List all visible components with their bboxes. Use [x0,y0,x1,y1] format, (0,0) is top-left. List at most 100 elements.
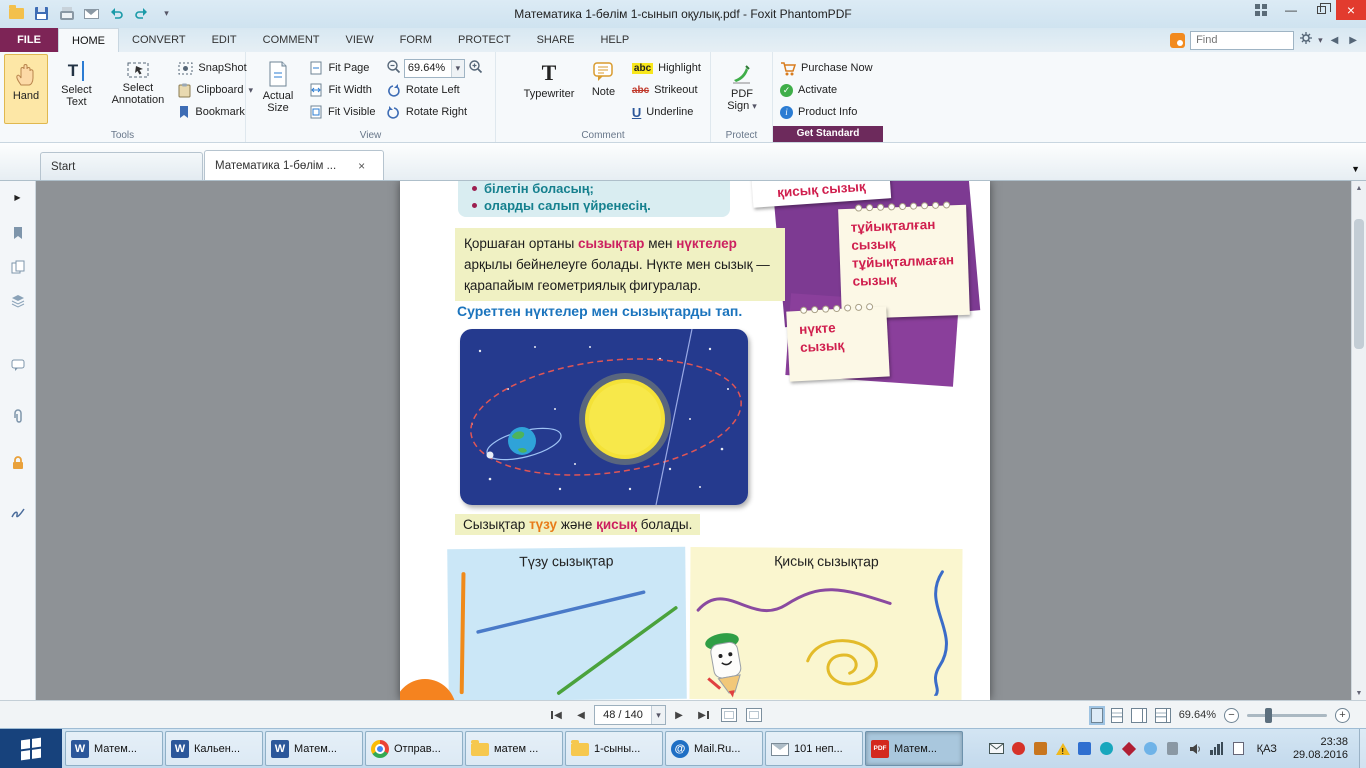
zoom-slider-handle[interactable] [1265,708,1272,723]
expand-panel-icon[interactable]: ▶ [5,185,31,209]
redo-icon[interactable] [133,5,150,22]
security-panel-icon[interactable] [5,451,31,475]
zoom-out-button[interactable]: − [1224,708,1239,723]
taskbar-word-1[interactable]: WМатем... [65,731,163,766]
taskbar-mail-message[interactable]: 101 неп... [765,731,863,766]
action-center-icon[interactable] [1230,740,1248,758]
product-info-button[interactable]: i Product Info [777,102,881,122]
find-options-gear-icon[interactable] [1299,31,1313,50]
open-file-icon[interactable] [8,5,25,22]
language-indicator[interactable]: ҚАЗ [1252,743,1282,755]
hand-tool-button[interactable]: Hand [4,54,48,124]
comments-panel-icon[interactable] [5,353,31,377]
taskbar-mailru[interactable]: @Mail.Ru... [665,731,763,766]
undo-icon[interactable] [108,5,125,22]
tray-warning-icon[interactable]: ! [1054,740,1072,758]
page-number-input[interactable] [595,706,651,724]
tray-mail-icon[interactable] [988,740,1006,758]
facing-continuous-view-icon[interactable] [1155,708,1167,723]
tab-view[interactable]: VIEW [332,28,386,52]
fit-visible-button[interactable]: Fit Visible [306,102,378,122]
previous-page-button[interactable]: ◀ [571,705,591,725]
zoom-out-icon[interactable] [386,59,401,77]
zoom-in-button[interactable]: + [1335,708,1350,723]
zoom-combo[interactable]: ▾ [404,59,465,78]
fit-width-button[interactable]: Fit Width [306,80,378,100]
taskbar-word-2[interactable]: WКальен... [165,731,263,766]
signature-panel-icon[interactable] [5,501,31,525]
tray-app-lightblue-icon[interactable] [1142,740,1160,758]
zoom-in-icon[interactable] [468,59,483,77]
tab-start[interactable]: Start [40,152,203,180]
purchase-now-button[interactable]: Purchase Now [777,58,881,78]
taskbar-foxit-active[interactable]: PDFМатем... [865,731,963,766]
tab-file[interactable]: FILE [0,28,58,52]
next-page-button[interactable]: ▶ [669,705,689,725]
tab-form[interactable]: FORM [387,28,445,52]
scroll-down-icon[interactable]: ▼ [1352,686,1366,700]
rotate-right-button[interactable]: Rotate Right [383,102,505,122]
note-button[interactable]: Note [582,54,624,124]
taskbar-word-3[interactable]: WМатем... [265,731,363,766]
last-page-button[interactable]: ▶ [692,705,712,725]
strikeout-button[interactable]: abc Strikeout [629,80,709,100]
close-button[interactable]: × [1336,0,1366,20]
restore-button[interactable] [1306,0,1336,20]
find-next-icon[interactable]: ▶ [1346,35,1360,46]
tray-usb-icon[interactable] [1164,740,1182,758]
select-text-button[interactable]: T Select Text [52,54,100,124]
scroll-up-icon[interactable]: ▲ [1352,181,1366,195]
underline-button[interactable]: U Underline [629,102,709,122]
taskbar-folder-2[interactable]: 1-сыны... [565,731,663,766]
tray-antivirus-icon[interactable] [1010,740,1028,758]
tray-app-red-icon[interactable] [1120,740,1138,758]
show-desktop-button[interactable] [1359,729,1366,768]
previous-view-icon[interactable] [721,708,737,722]
bookmarks-panel-icon[interactable] [5,221,31,245]
tray-app-blue-icon[interactable] [1076,740,1094,758]
pages-panel-icon[interactable] [5,255,31,279]
close-tab-icon[interactable]: × [358,159,365,173]
layers-panel-icon[interactable] [5,289,31,313]
save-icon[interactable] [33,5,50,22]
tab-share[interactable]: SHARE [524,28,588,52]
print-icon[interactable] [58,5,75,22]
tray-agent-icon[interactable] [1032,740,1050,758]
activate-button[interactable]: ✓ Activate [777,80,881,100]
next-view-icon[interactable] [746,708,762,722]
typewriter-button[interactable]: T Typewriter [520,54,578,124]
start-button[interactable] [0,729,62,768]
email-icon[interactable] [83,5,100,22]
speaker-icon[interactable] [1186,740,1204,758]
zoom-slider[interactable] [1247,714,1327,717]
clock[interactable]: 23:38 29.08.2016 [1286,736,1355,762]
find-input[interactable] [1190,31,1294,50]
select-annotation-button[interactable]: Select Annotation [105,54,171,124]
tab-comment[interactable]: COMMENT [250,28,333,52]
first-page-button[interactable]: ◀ [548,705,568,725]
layout-grid-icon[interactable] [1246,0,1276,20]
taskbar-chrome[interactable]: Отправ... [365,731,463,766]
rotate-left-button[interactable]: Rotate Left [383,80,505,100]
zoom-caret-icon[interactable]: ▾ [451,60,464,77]
vertical-scrollbar[interactable]: ▲ ▼ [1351,181,1366,700]
tab-list-icon[interactable]: ▼ [1351,164,1360,174]
minimize-button[interactable]: — [1276,0,1306,20]
tab-home[interactable]: HOME [58,28,119,52]
taskbar-folder-1[interactable]: матем ... [465,731,563,766]
find-previous-icon[interactable]: ◀ [1328,35,1342,46]
tab-document[interactable]: Математика 1-бөлім ... × [204,150,384,180]
network-icon[interactable] [1208,740,1226,758]
find-options-caret-icon[interactable]: ▾ [1318,36,1323,45]
tab-protect[interactable]: PROTECT [445,28,524,52]
fit-page-button[interactable]: Fit Page [306,58,378,78]
actual-size-button[interactable]: Actual Size [254,54,302,124]
facing-view-icon[interactable] [1131,708,1143,723]
highlight-button[interactable]: abc Highlight [629,58,709,78]
continuous-view-icon[interactable] [1111,708,1123,723]
pdf-sign-button[interactable]: PDF Sign ▾ [715,54,769,124]
zoom-input[interactable] [405,60,451,77]
tab-edit[interactable]: EDIT [199,28,250,52]
scrollbar-thumb[interactable] [1354,219,1364,349]
single-page-view-icon[interactable] [1091,708,1103,723]
